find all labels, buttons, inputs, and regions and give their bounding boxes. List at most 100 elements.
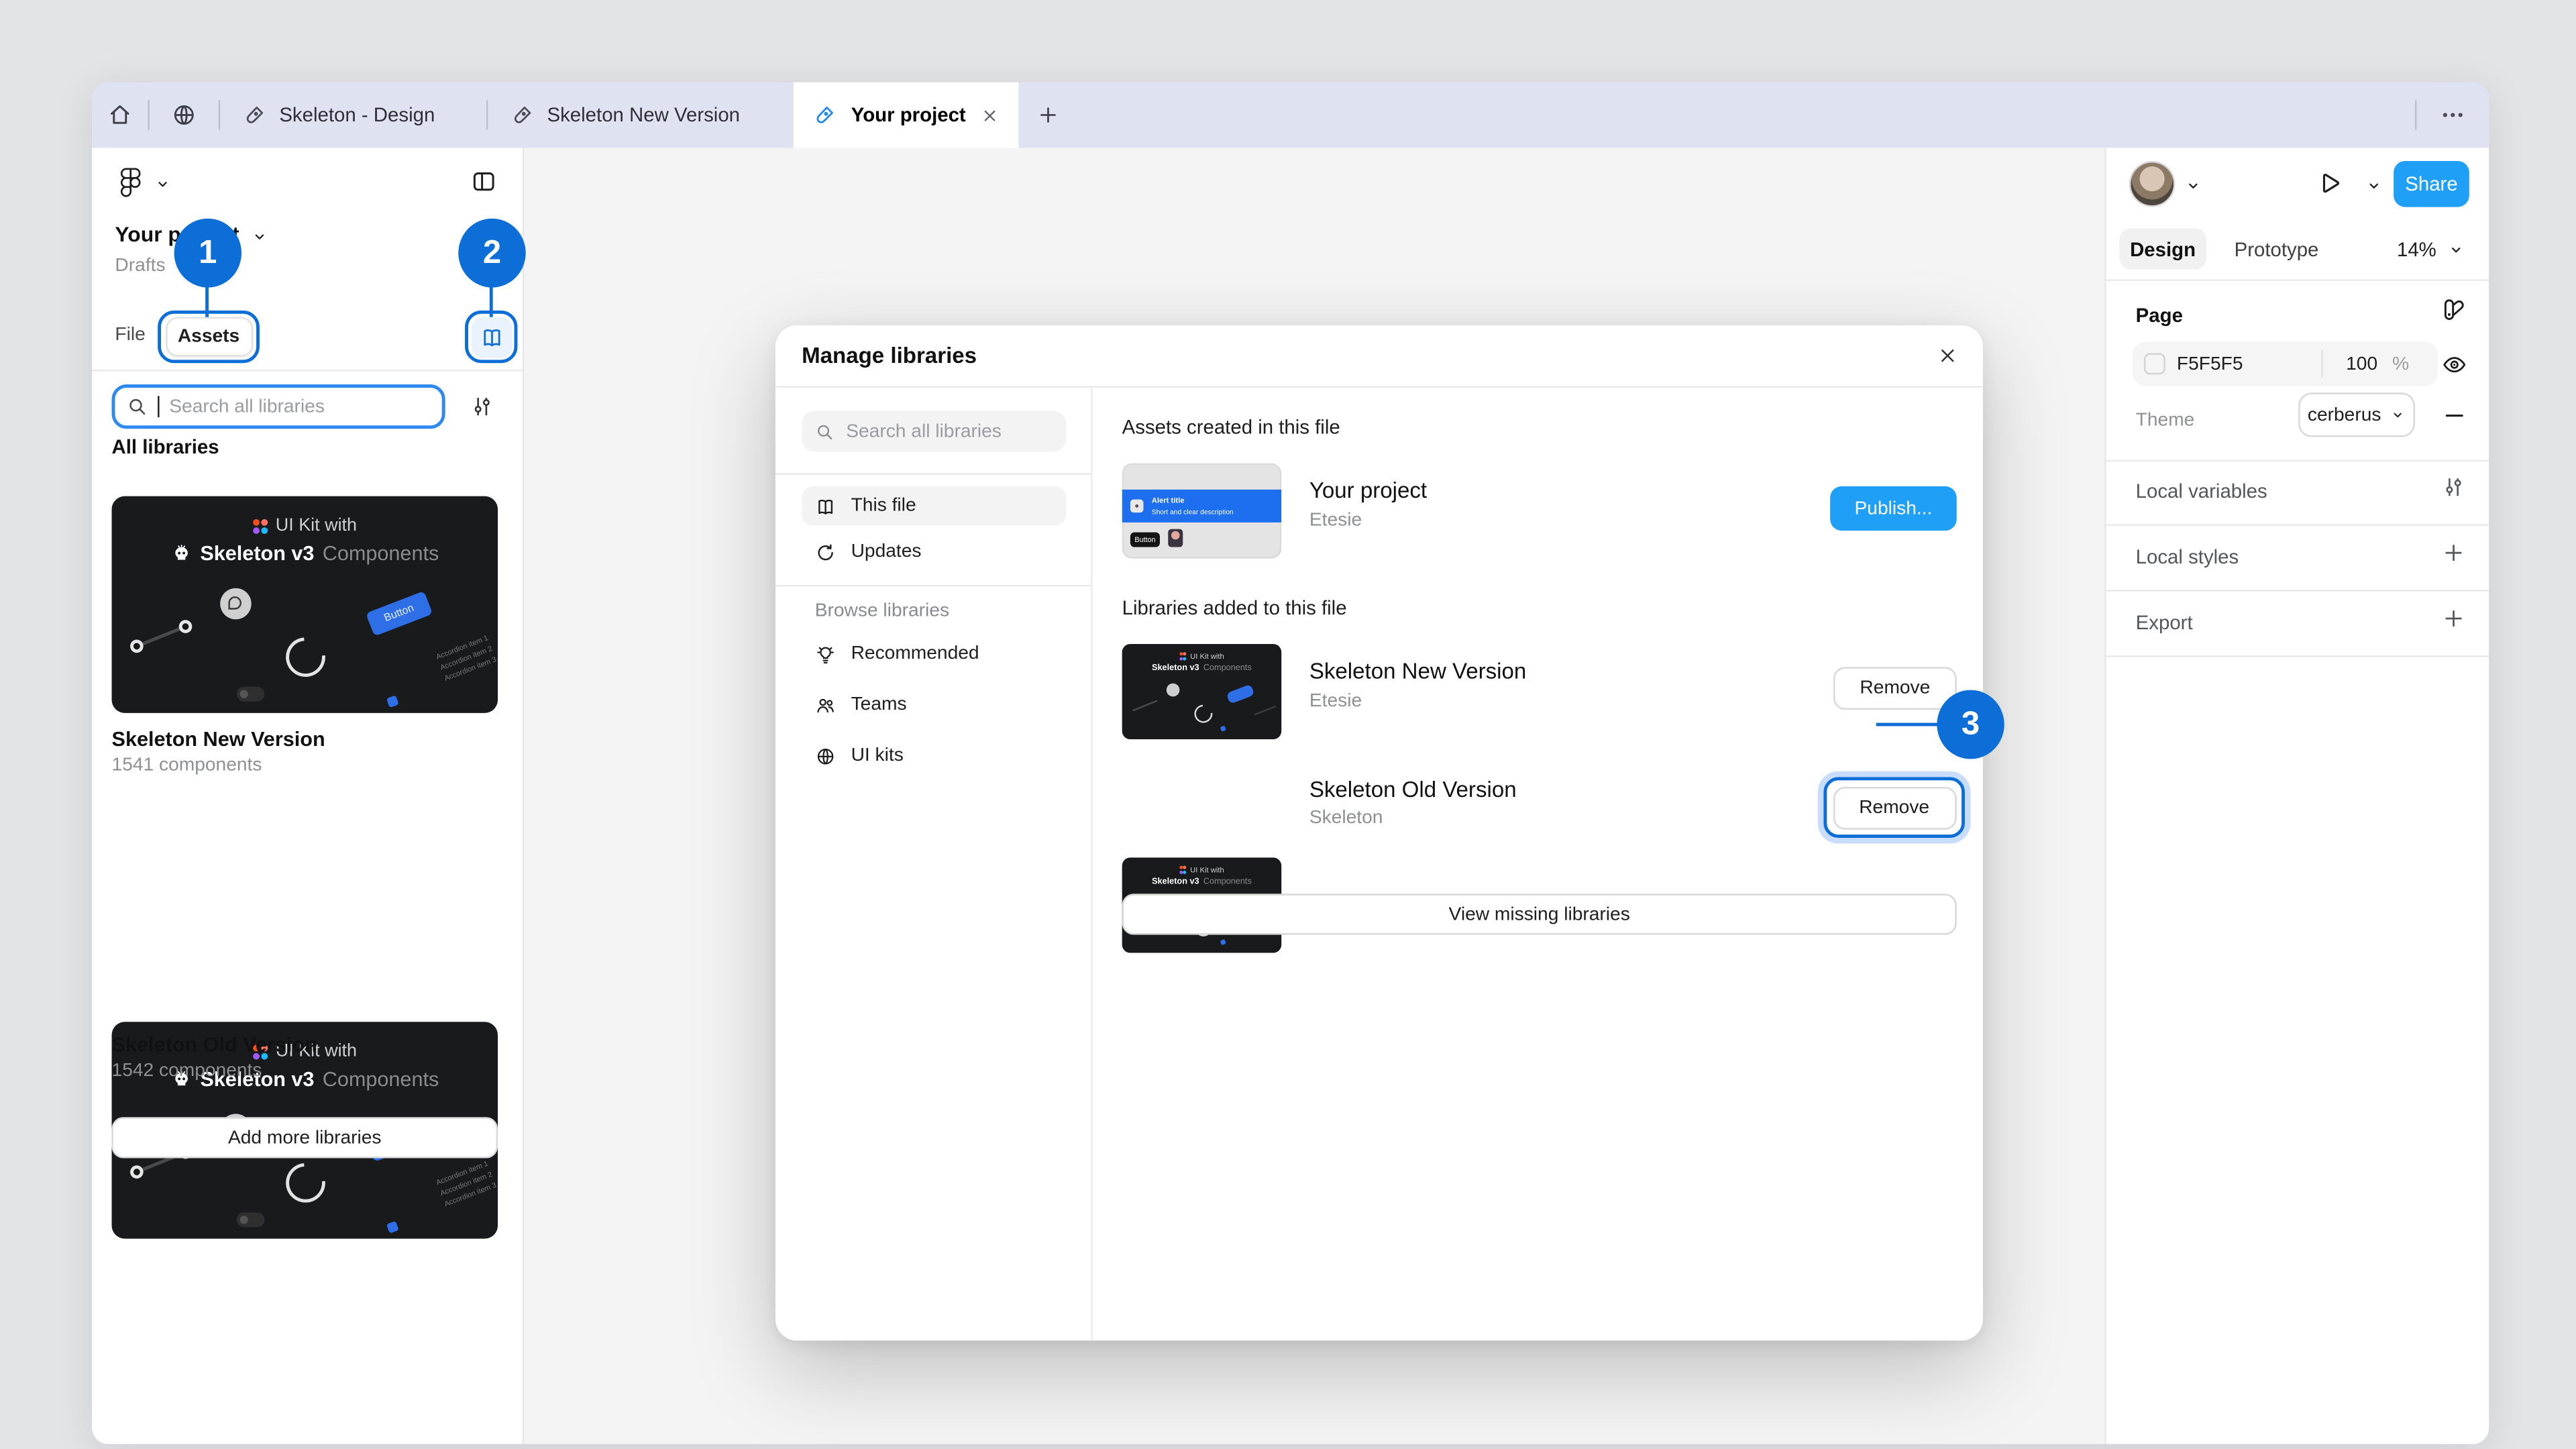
tab-assets[interactable]: Assets — [165, 317, 252, 357]
modal-nav: This file Updates Browse libraries Recom… — [775, 386, 1093, 1341]
assets-tab-label: Assets — [178, 327, 239, 346]
figma-file-icon — [243, 103, 266, 126]
thumb-alert-title: Alert title — [1152, 496, 1234, 504]
theme-label: Theme — [2136, 411, 2195, 430]
divider — [2106, 655, 2489, 657]
filter-sliders-icon[interactable] — [470, 394, 494, 419]
browse-libraries-header: Browse libraries — [815, 601, 949, 621]
remove-button[interactable]: Remove — [1833, 786, 1956, 829]
toggle-sidebar-button[interactable] — [470, 168, 498, 196]
field-divider — [2321, 350, 2322, 378]
remove-theme-minus-icon[interactable] — [2441, 402, 2467, 429]
assets-created-header: Assets created in this file — [1122, 416, 1340, 439]
home-icon — [107, 102, 133, 128]
new-tab-button[interactable] — [1018, 82, 1077, 148]
library-search-field[interactable] — [112, 384, 445, 429]
share-button[interactable]: Share — [2394, 161, 2469, 207]
file-location[interactable]: Drafts — [115, 256, 165, 276]
present-play-icon[interactable] — [2315, 169, 2343, 197]
search-icon — [815, 421, 835, 441]
view-missing-libraries-button[interactable]: View missing libraries — [1122, 894, 1957, 934]
library-icon-annotation-ring — [465, 311, 517, 363]
tab-file[interactable]: File — [115, 325, 145, 345]
card-kicker: UI Kit with — [1122, 652, 1282, 660]
chevron-down-icon[interactable] — [2448, 241, 2464, 258]
chevron-down-icon[interactable] — [252, 228, 268, 244]
variables-sliders-icon[interactable] — [2441, 475, 2466, 500]
color-swatch[interactable] — [2144, 354, 2165, 375]
add-export-plus-icon[interactable] — [2441, 606, 2466, 631]
community-button[interactable] — [150, 82, 219, 148]
divider — [2106, 460, 2489, 462]
nav-label: This file — [851, 496, 916, 516]
swatch-book-icon[interactable] — [2440, 296, 2468, 324]
checkbox-shape — [1220, 939, 1226, 945]
library-card-new-version[interactable]: UI Kit with Skeleton v3Components Button… — [112, 496, 498, 713]
chevron-down-icon[interactable] — [2366, 177, 2382, 193]
right-sidebar: Share Design Prototype 14% Page F5F5F5 1… — [2104, 148, 2489, 1444]
tab-your-project[interactable]: Your project — [794, 82, 1019, 148]
annotation-connector-3 — [1876, 723, 1939, 727]
modal-close-icon[interactable] — [1937, 345, 1958, 366]
tab-prototype[interactable]: Prototype — [2235, 238, 2319, 261]
nav-item-updates[interactable]: Updates — [802, 532, 1066, 572]
spinner-shape — [278, 1155, 333, 1211]
nav-item-teams[interactable]: Teams — [802, 685, 1066, 724]
library-row-name: Skeleton New Version — [1309, 659, 1526, 684]
divider — [92, 370, 523, 371]
chevron-down-icon[interactable] — [2185, 177, 2201, 193]
annotation-badge-1: 1 — [174, 219, 241, 288]
search-input[interactable] — [169, 396, 415, 416]
figma-logo-mini-icon — [252, 519, 267, 533]
theme-value: cerberus — [2308, 405, 2381, 425]
chevron-down-icon — [154, 176, 170, 192]
globe-icon — [171, 102, 197, 128]
left-sidebar: Your project Drafts File Assets — [92, 148, 524, 1444]
theme-dropdown[interactable]: cerberus — [2298, 392, 2415, 437]
thumb-button-chip: Button — [1130, 532, 1160, 547]
visibility-eye-icon[interactable] — [2441, 352, 2467, 378]
thumb-alert-icon — [1130, 499, 1144, 513]
publish-button[interactable]: Publish... — [1830, 486, 1957, 531]
color-hex-value[interactable]: F5F5F5 — [2177, 354, 2322, 374]
text-caret — [158, 396, 159, 417]
modal-content: Assets created in this file Alert title … — [1094, 386, 1983, 1341]
add-style-plus-icon[interactable] — [2441, 541, 2466, 566]
spinner-shape — [278, 629, 333, 685]
modal-search-input[interactable] — [846, 421, 1043, 441]
annotation-connector-2 — [490, 284, 493, 317]
close-tab-icon[interactable] — [981, 106, 999, 124]
accordion-shape — [1254, 706, 1276, 716]
add-more-libraries-button[interactable]: Add more libraries — [112, 1117, 498, 1158]
search-icon — [127, 396, 148, 417]
opacity-value[interactable]: 100 — [2346, 354, 2377, 374]
figma-logo-icon — [118, 166, 143, 202]
nav-item-recommended[interactable]: Recommended — [802, 634, 1066, 674]
checkbox-shape — [386, 695, 399, 708]
plus-icon — [1036, 103, 1059, 126]
annotation-badge-2: 2 — [458, 219, 525, 288]
nav-item-ui-kits[interactable]: UI kits — [802, 736, 1066, 775]
modal-search-field[interactable] — [802, 411, 1066, 451]
tab-skeleton-new-version[interactable]: Skeleton New Version — [488, 82, 794, 148]
window-menu-button[interactable] — [2416, 82, 2489, 148]
nav-label: Teams — [851, 695, 907, 714]
home-button[interactable] — [92, 82, 148, 148]
zoom-level[interactable]: 14% — [2397, 238, 2436, 261]
divider — [775, 473, 1091, 474]
figma-file-icon — [511, 103, 534, 126]
tab-design[interactable]: Design — [2119, 228, 2206, 269]
main-menu[interactable] — [118, 166, 170, 202]
nav-label: UI kits — [851, 746, 904, 765]
modal-title: Manage libraries — [802, 343, 977, 368]
remove-button[interactable]: Remove — [1833, 667, 1957, 710]
nav-item-this-file[interactable]: This file — [802, 486, 1066, 526]
open-libraries-button[interactable] — [471, 316, 512, 357]
user-avatar[interactable] — [2129, 161, 2176, 207]
thumb-alert-desc: Short and clear description — [1152, 507, 1234, 515]
page-color-row: F5F5F5 100 % — [2133, 341, 2438, 386]
library-row-owner: Etesie — [1309, 692, 1362, 711]
tab-skeleton-design[interactable]: Skeleton - Design — [220, 82, 486, 148]
button-shape: Button — [366, 591, 433, 637]
opacity-percent-sign: % — [2392, 354, 2409, 374]
